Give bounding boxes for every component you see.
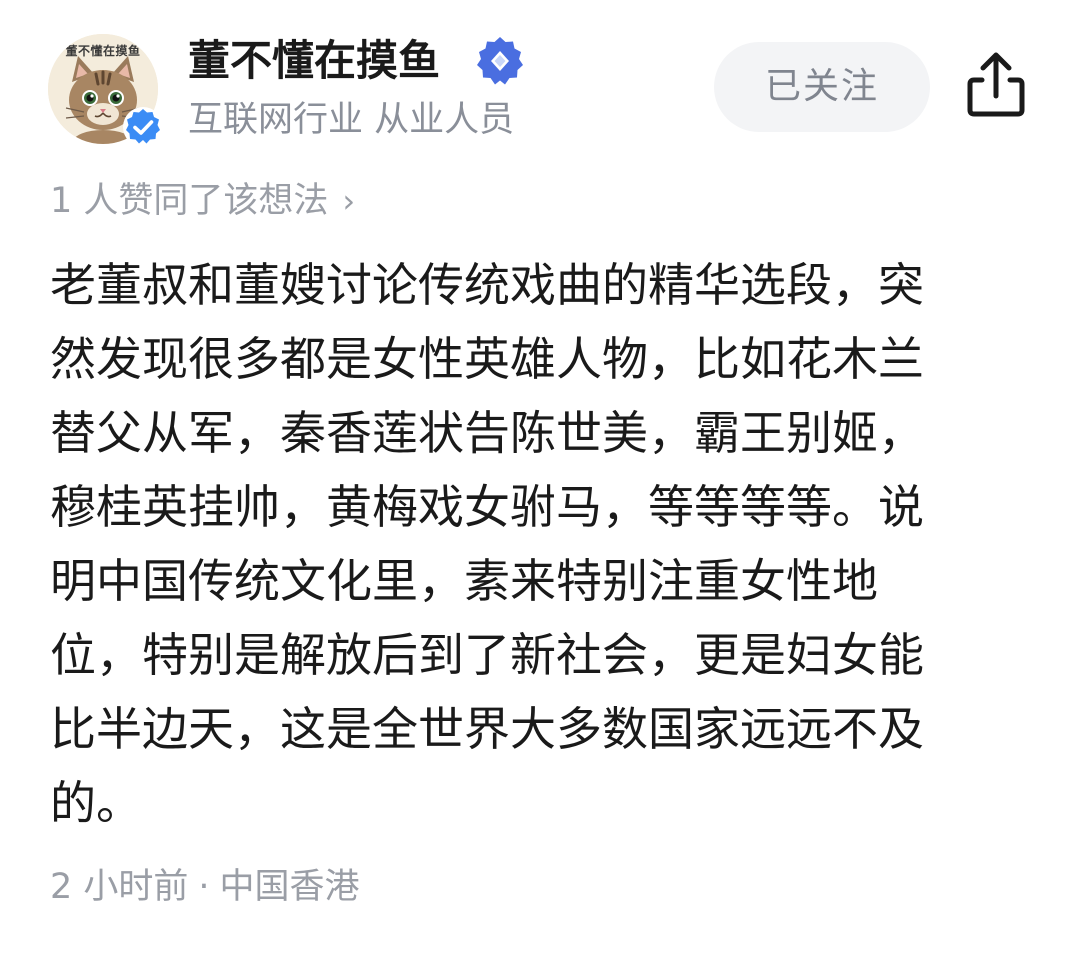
likes-summary-text: 1 人赞同了该想法 [50, 181, 329, 221]
content-line: 位，特别是解放后到了新社会，更是妇女能 [50, 628, 924, 682]
content-line: 明中国传统文化里，素来特别注重女性地 [50, 554, 878, 608]
verified-check-icon [123, 107, 163, 147]
content-line: 的。 [50, 776, 142, 830]
share-icon[interactable] [964, 50, 1028, 120]
content-line: 老董叔和董嫂讨论传统戏曲的精华选段，突 [50, 258, 924, 312]
author-subtitle: 互联网行业 从业人员 [188, 100, 515, 140]
meta-separator: · [198, 867, 210, 907]
post-content: 老董叔和董嫂讨论传统戏曲的精华选段，突 然发现很多都是女性英雄人物，比如花木兰 … [50, 248, 1040, 840]
post-time: 2 小时前 [50, 867, 189, 907]
content-line: 然发现很多都是女性英雄人物，比如花木兰 [50, 332, 924, 386]
post-location: 中国香港 [219, 867, 360, 907]
post-meta: 2 小时前 · 中国香港 [50, 862, 360, 912]
content-line: 比半边天，这是全世界大多数国家远远不及 [50, 702, 924, 756]
content-line: 替父从军，秦香莲状告陈世美，霸王别姬， [50, 406, 924, 460]
likes-summary-link[interactable]: 1 人赞同了该想法 › [50, 176, 355, 226]
diamond-badge-icon [477, 37, 523, 85]
author-name[interactable]: 董不懂在摸鱼 [188, 30, 440, 92]
content-line: 穆桂英挂帅，黄梅戏女驸马，等等等等。说 [50, 480, 924, 534]
chevron-right-icon: › [342, 182, 356, 220]
follow-button[interactable]: 已关注 [714, 42, 930, 132]
